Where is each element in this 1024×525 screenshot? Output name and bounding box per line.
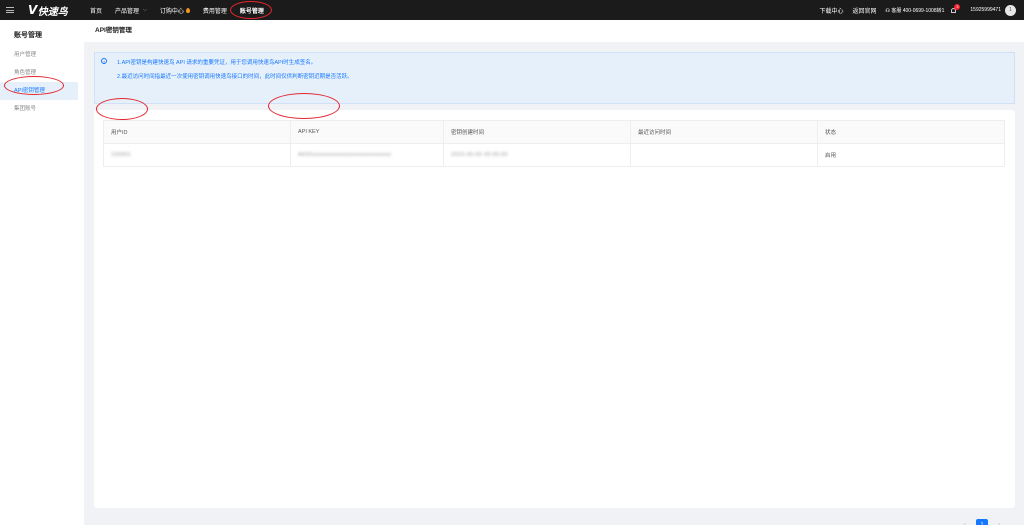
support-phone-text: 客服 400-0699-1008转1 [891,7,945,14]
cell-created-time: 2023-00-00 00:00:00 [444,144,631,166]
main-nav: 首页 产品管理 ⌵ 订购中心 费用管理 账号管理 [90,0,277,20]
back-to-site-link[interactable]: 返回官网 [852,6,876,15]
download-center-link[interactable]: 下载中心 [819,6,843,15]
logo[interactable]: V 快速鸟 [28,3,84,18]
column-header-created-time: 密钥创建时间 [444,121,631,143]
nav-label: 首页 [90,8,103,15]
main-content: API密钥管理 i 1.API密钥是构建快速鸟 API 请求的重要凭证，用于您调… [84,20,1024,525]
column-header-user-id: 用户ID [104,121,291,143]
pagination: ‹ 1 › [959,519,1005,525]
cell-status: 启用 [825,153,837,159]
notification-badge: 3 [954,4,961,10]
user-id-value: 100001 [111,152,132,158]
nav-item-billing[interactable]: 费用管理 [203,6,227,15]
support-phone: ☊ 客服 400-0699-1008转1 [885,7,944,14]
sidebar-item-group-account[interactable]: 集团账号 [0,100,78,118]
logo-mark: V [28,3,37,17]
column-header-last-access: 最近访问时间 [631,121,818,143]
user-account[interactable]: 15925999471 [970,7,1001,13]
info-alert: i 1.API密钥是构建快速鸟 API 请求的重要凭证，用于您调用快速鸟API时… [94,52,1015,104]
headset-icon: ☊ [885,7,890,14]
nav-item-account[interactable]: 账号管理 [240,6,264,15]
sidebar: 账号管理 用户管理 角色管理 API密钥管理 集团账号 [0,20,84,525]
chevron-down-icon: ⌵ [143,7,147,13]
page-title: API密钥管理 [84,20,1024,42]
page-number-current[interactable]: 1 [976,519,988,525]
sidebar-item-api-keys[interactable]: API密钥管理 [0,82,78,100]
sidebar-item-users[interactable]: 用户管理 [0,46,78,64]
api-key-table: 用户ID API KEY 密钥创建时间 最近访问时间 状态 100001 AKI… [103,120,1005,167]
cell-user-id: 100001 [104,144,291,166]
fire-icon [185,7,190,13]
sidebar-item-roles[interactable]: 角色管理 [0,64,78,82]
nav-item-orders[interactable]: 订购中心 [160,6,190,15]
cell-last-access [631,144,818,166]
table-card: 用户ID API KEY 密钥创建时间 最近访问时间 状态 100001 AKI… [94,110,1015,525]
nav-item-products[interactable]: 产品管理 ⌵ [115,6,147,15]
top-navigation-bar: V 快速鸟 首页 产品管理 ⌵ 订购中心 费用管理 账号管理 下载中心 返回官网 … [0,0,1024,20]
api-key-value: AKIDxxxxxxxxxxxxxxxxxxxxxxxxxx [298,152,392,158]
table-header-row: 用户ID API KEY 密钥创建时间 最近访问时间 状态 [104,121,1004,144]
column-header-status: 状态 [825,130,837,136]
column-header-api-key: API KEY [291,121,444,143]
logo-text: 快速鸟 [37,6,68,18]
nav-label: 产品管理 [115,8,140,15]
avatar[interactable]: 1 [1005,4,1016,16]
table-row: 100001 AKIDxxxxxxxxxxxxxxxxxxxxxxxxxx 20… [104,144,1004,166]
nav-item-home[interactable]: 首页 [90,6,102,15]
nav-label: 账号管理 [239,8,264,15]
menu-icon[interactable] [0,0,20,20]
info-icon: i [101,58,107,64]
info-line-2: 2.最近访问时间指最近一次使用密钥调用快速鸟接口的时间，此时间仅供判断密钥近期是… [117,74,353,80]
top-right-area: 下载中心 返回官网 ☊ 客服 400-0699-1008转1 3 1592599… [819,0,1024,20]
sidebar-title: 账号管理 [14,32,42,39]
cell-api-key: AKIDxxxxxxxxxxxxxxxxxxxxxxxxxx [291,144,444,166]
nav-label: 订购中心 [159,8,184,15]
bell-icon[interactable]: 3 [950,4,961,14]
created-time-value: 2023-00-00 00:00:00 [451,152,508,158]
info-line-1: 1.API密钥是构建快速鸟 API 请求的重要凭证，用于您调用快速鸟API时生成… [117,60,317,66]
nav-label: 费用管理 [202,8,227,15]
